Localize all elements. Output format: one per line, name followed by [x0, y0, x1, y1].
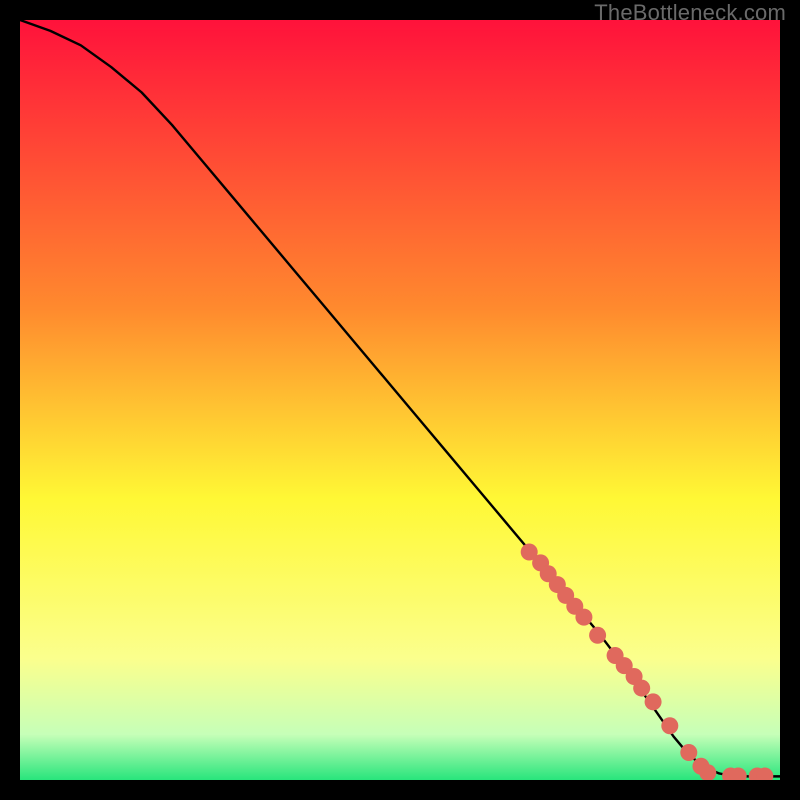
- data-point: [645, 693, 662, 710]
- data-point: [680, 744, 697, 761]
- chart-frame: TheBottleneck.com: [0, 0, 800, 800]
- data-point: [661, 717, 678, 734]
- chart-svg: [20, 20, 780, 780]
- watermark-text: TheBottleneck.com: [594, 0, 786, 26]
- data-point: [589, 627, 606, 644]
- plot-area: [20, 20, 780, 780]
- gradient-background: [20, 20, 780, 780]
- data-point: [575, 609, 592, 626]
- data-point: [633, 680, 650, 697]
